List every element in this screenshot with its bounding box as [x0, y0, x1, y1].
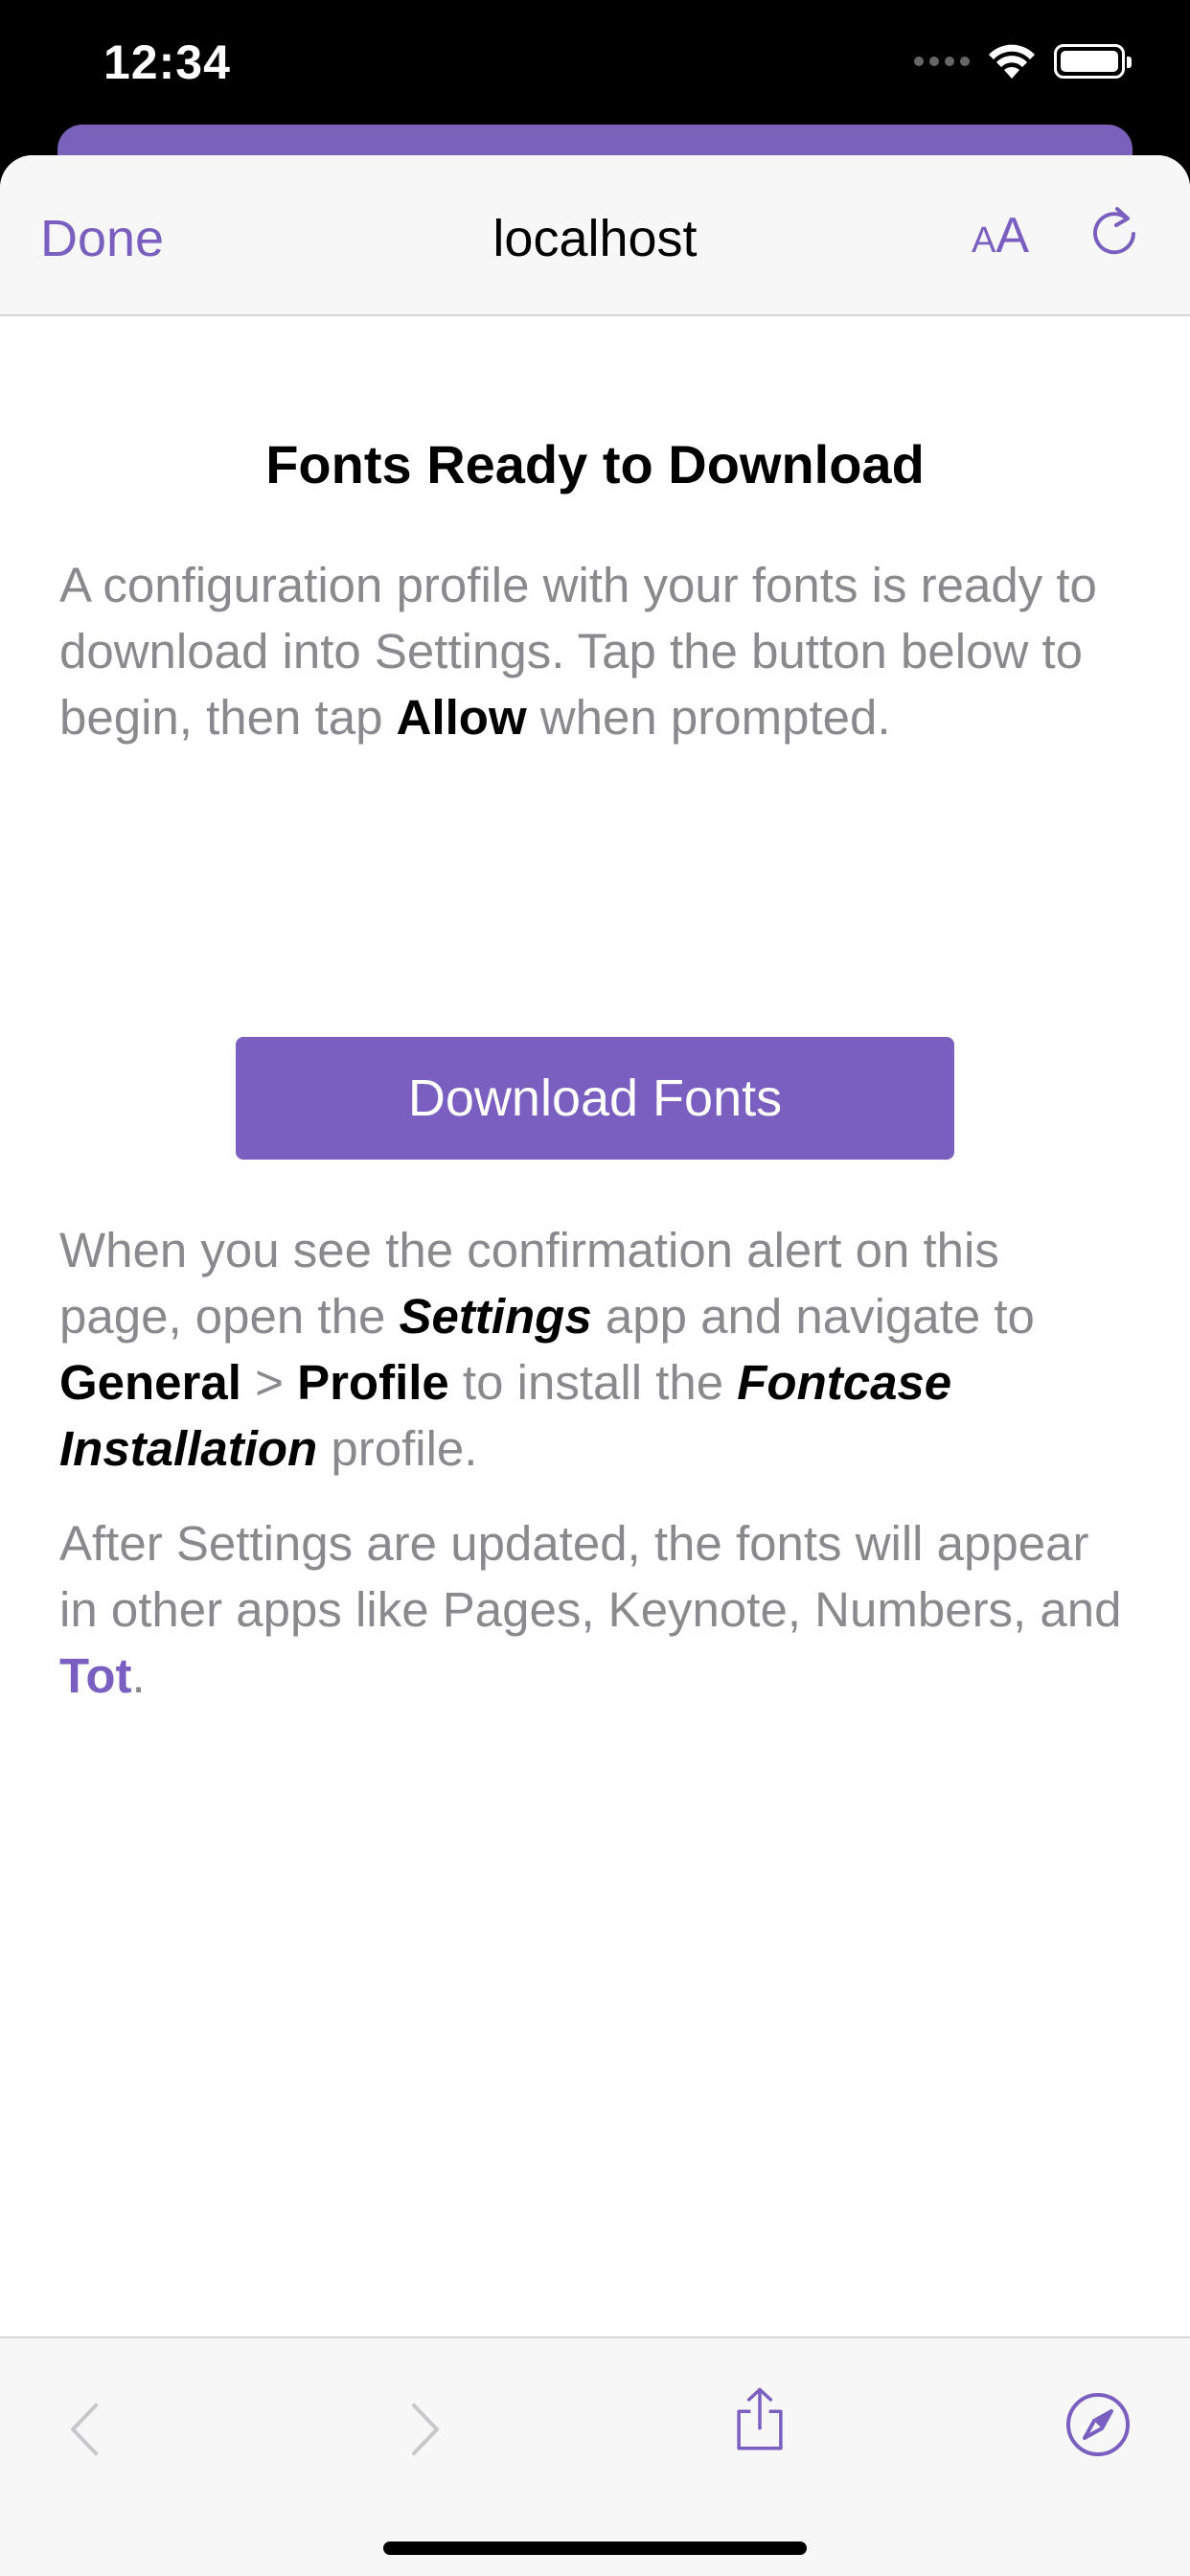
apps-paragraph: After Settings are updated, the fonts wi… — [59, 1510, 1131, 1709]
apps-text: After Settings are updated, the fonts wi… — [59, 1516, 1122, 1637]
instructions-text-end: profile. — [317, 1421, 478, 1476]
browser-sheet: Done localhost AA Fonts Ready to Downloa… — [0, 155, 1190, 2576]
content-heading: Fonts Ready to Download — [265, 434, 925, 494]
home-indicator — [383, 2542, 807, 2555]
share-icon[interactable] — [726, 2386, 793, 2453]
navigation-bar: Done localhost AA — [0, 155, 1190, 316]
wifi-icon — [989, 44, 1035, 79]
allow-keyword: Allow — [396, 690, 527, 745]
reload-icon[interactable] — [1085, 203, 1144, 263]
intro-paragraph: A configuration profile with your fonts … — [59, 552, 1131, 750]
intro-text-end: when prompted. — [526, 690, 891, 745]
general-keyword: General — [59, 1355, 241, 1410]
apps-text-end: . — [131, 1648, 146, 1703]
status-indicators — [914, 42, 1132, 80]
status-time: 12:34 — [103, 35, 231, 89]
cellular-signal-icon — [914, 57, 970, 66]
status-bar: 12:34 — [0, 0, 1190, 134]
text-size-small-glyph: A — [972, 220, 996, 261]
instructions-text: to install the — [448, 1355, 738, 1410]
text-size-button[interactable]: AA — [972, 211, 1029, 261]
battery-icon — [1054, 44, 1132, 79]
instructions-paragraph: When you see the confirmation alert on t… — [59, 1217, 1131, 1482]
text-size-large-glyph: A — [995, 208, 1030, 264]
bottom-toolbar — [0, 2336, 1190, 2576]
profile-keyword: Profile — [297, 1355, 449, 1410]
path-separator: > — [240, 1355, 298, 1410]
instructions-text: app and navigate to — [591, 1289, 1035, 1344]
tot-link[interactable]: Tot — [59, 1648, 132, 1703]
download-fonts-button[interactable]: Download Fonts — [236, 1037, 954, 1160]
back-chevron-icon[interactable] — [54, 2396, 121, 2463]
settings-app-name: Settings — [399, 1289, 592, 1344]
safari-compass-icon[interactable] — [1064, 2390, 1133, 2459]
forward-chevron-icon[interactable] — [389, 2396, 456, 2463]
